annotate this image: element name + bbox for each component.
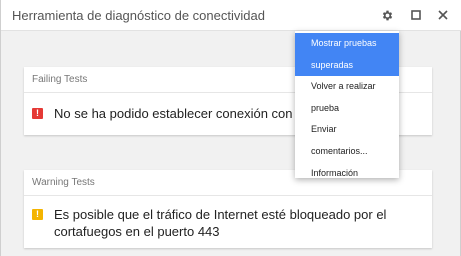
- menu-item-label: superadas: [311, 59, 354, 70]
- warning-test-item[interactable]: ! Es posible que el tráfico de Internet …: [32, 206, 414, 240]
- menu-item-rerun-test[interactable]: Volver a realizar prueba: [295, 76, 399, 119]
- error-icon: !: [32, 108, 43, 119]
- window-title: Herramienta de diagnóstico de conectivid…: [12, 8, 265, 23]
- menu-item-label: Enviar: [311, 124, 337, 135]
- settings-dropdown-menu: Mostrar pruebas superadas Volver a reali…: [295, 31, 399, 178]
- close-button[interactable]: [433, 5, 453, 25]
- menu-item-label: Mostrar pruebas: [311, 38, 377, 48]
- app-window: Herramienta de diagnóstico de conectivid…: [0, 0, 461, 256]
- menu-item-label: Información: [311, 167, 359, 178]
- warning-test-message: Es posible que el tráfico de Internet es…: [54, 207, 387, 239]
- title-bar: Herramienta de diagnóstico de conectivid…: [1, 0, 461, 31]
- menu-item-information[interactable]: Información: [295, 163, 399, 185]
- menu-item-label: prueba: [311, 102, 340, 113]
- settings-button[interactable]: [377, 5, 397, 25]
- menu-item-label: comentarios...: [311, 145, 368, 156]
- maximize-icon: [411, 10, 421, 20]
- gear-icon: [382, 10, 392, 20]
- warning-icon: !: [32, 209, 43, 220]
- maximize-button[interactable]: [406, 5, 426, 25]
- close-icon: [438, 10, 448, 20]
- menu-item-label: Volver a realizar: [311, 81, 376, 92]
- menu-item-send-feedback[interactable]: Enviar comentarios...: [295, 119, 399, 162]
- menu-item-show-passed-tests[interactable]: Mostrar pruebas superadas: [295, 33, 399, 77]
